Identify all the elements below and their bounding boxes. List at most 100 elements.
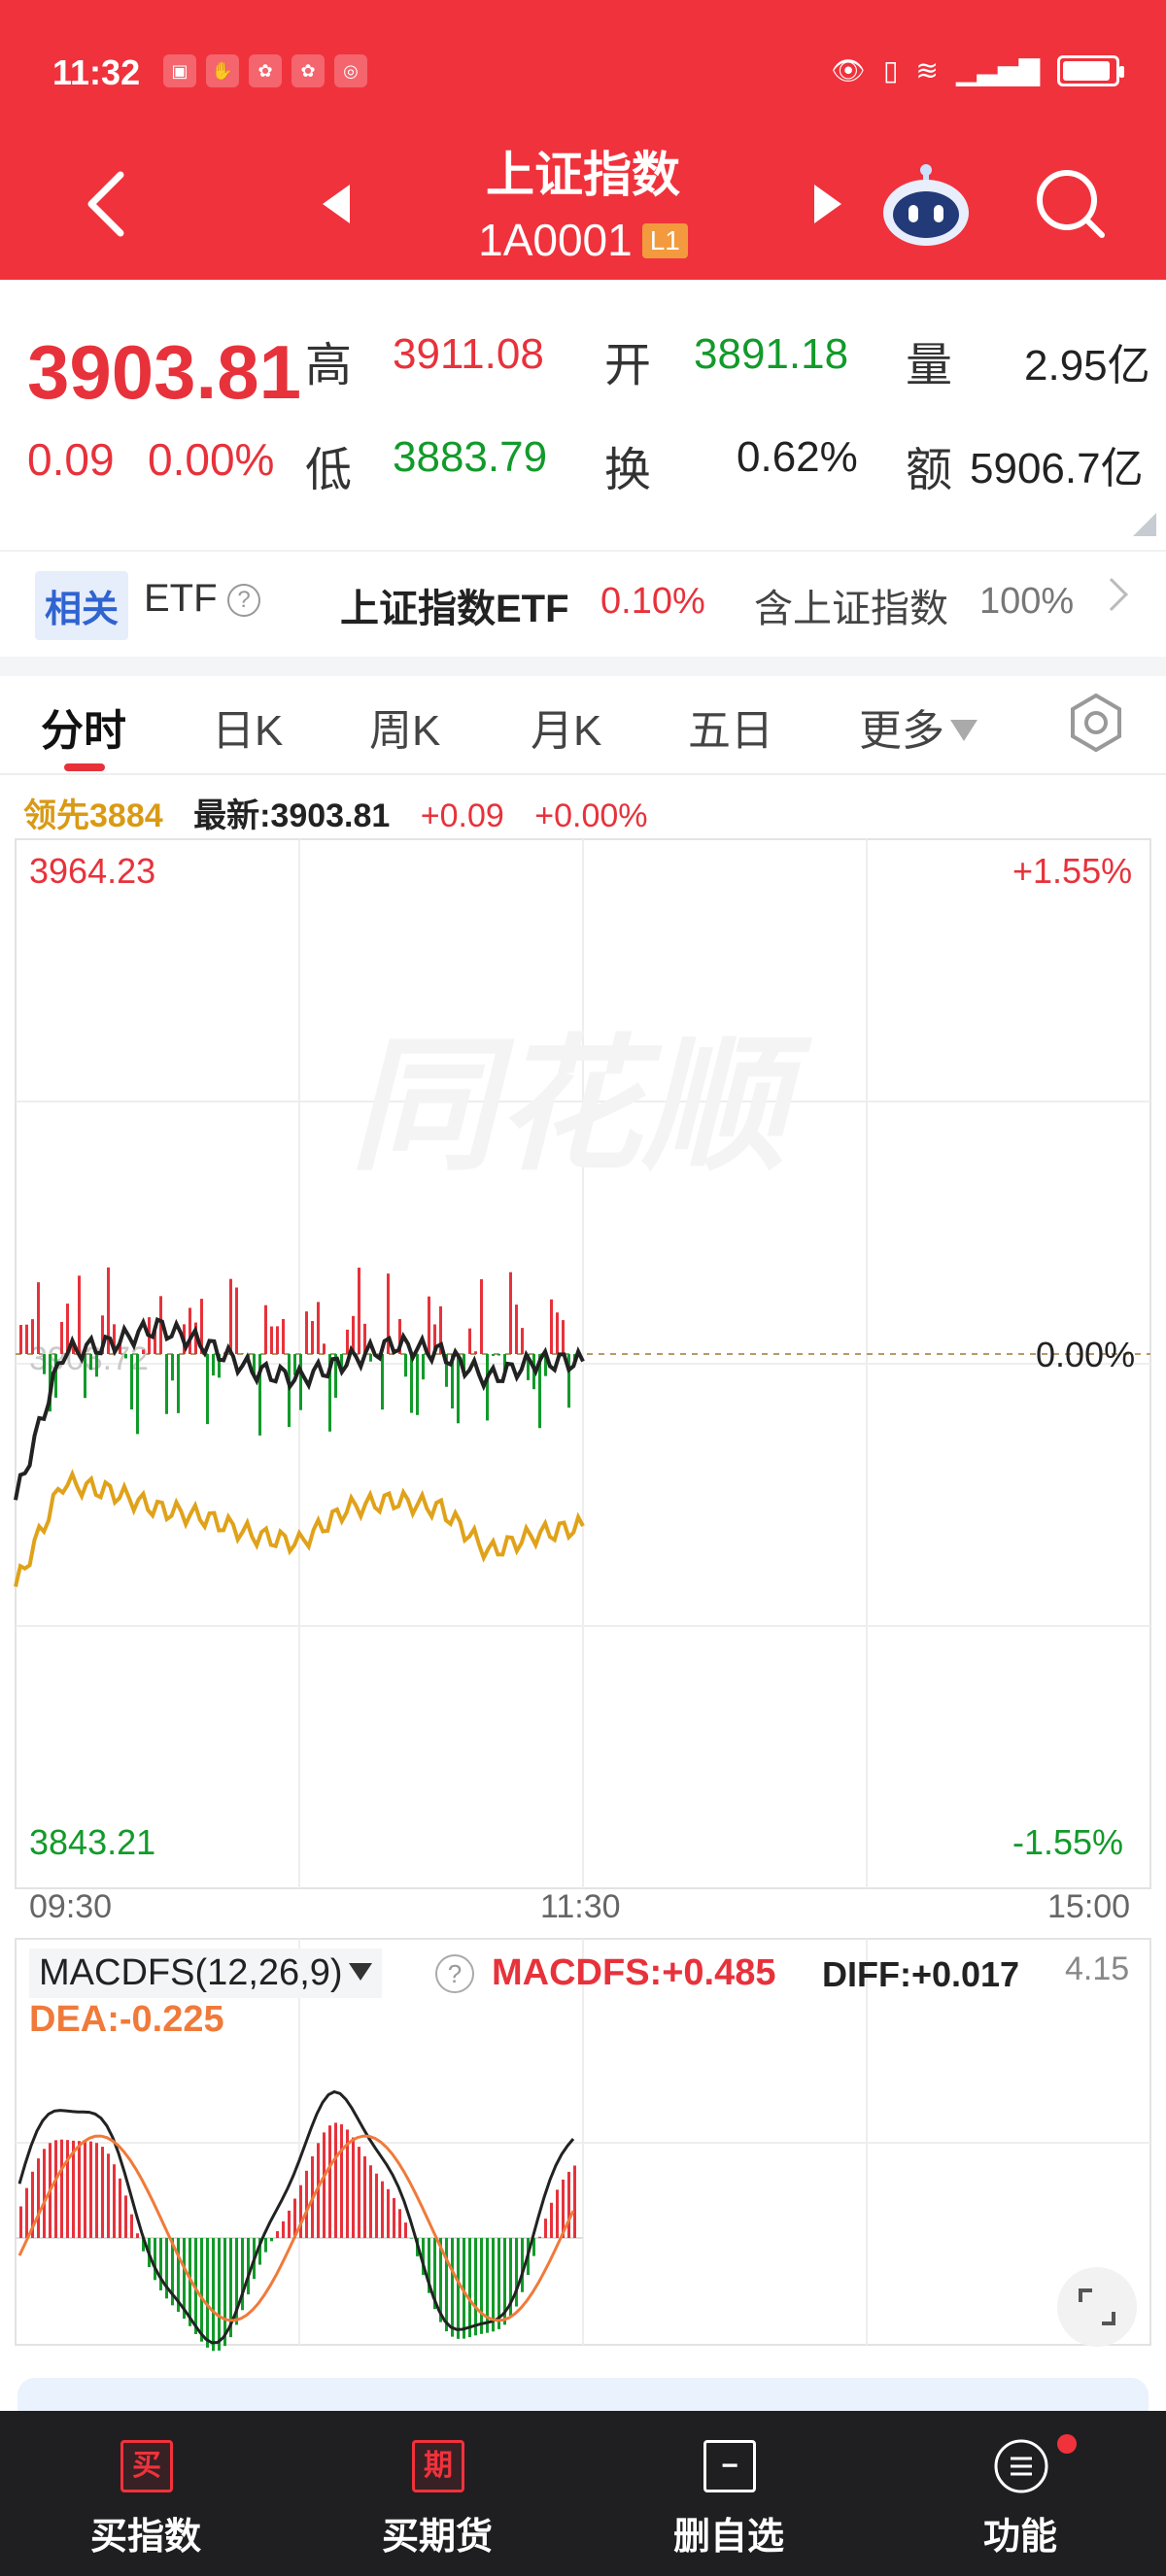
macd-bar	[264, 2238, 267, 2253]
tab-five-day[interactable]: 五日	[688, 695, 773, 758]
macd-bar	[282, 2220, 285, 2238]
macd-bar	[567, 2171, 570, 2238]
futures-icon: 期	[412, 2440, 464, 2492]
macd-bar	[212, 2238, 215, 2352]
volume-bar	[480, 1278, 483, 1354]
tab-intraday[interactable]: 分时	[41, 695, 126, 758]
macd-bar	[54, 2140, 57, 2238]
buy-futures-button[interactable]: 期 买期货	[292, 2411, 583, 2576]
volume-bar	[31, 1319, 34, 1354]
signal-icon: ▁▃▅▇	[955, 55, 1040, 85]
macd-bar	[206, 2238, 209, 2348]
macd-bar	[445, 2238, 448, 2332]
settings-hex-icon[interactable]	[1065, 692, 1127, 754]
etf-name[interactable]: 上证指数ETF	[340, 577, 569, 633]
macd-bar	[101, 2147, 104, 2238]
macd-indicator-select[interactable]: MACDFS(12,26,9)	[29, 1949, 382, 1998]
volume-bar	[515, 1305, 518, 1354]
macd-axis-top: 4.15	[1065, 1950, 1130, 1987]
battery-icon	[1057, 54, 1124, 86]
intraday-chart[interactable]: 同花顺 3903.72	[0, 826, 1166, 2360]
section-divider	[0, 657, 1166, 676]
macd-bar	[288, 2210, 291, 2238]
robot-assistant-icon[interactable]	[879, 160, 973, 248]
volume-bar	[404, 1354, 407, 1377]
volume-bar	[189, 1307, 191, 1354]
current-price: 3903.81	[27, 329, 301, 415]
low-label: 低	[305, 445, 353, 496]
volume-bar	[19, 1325, 22, 1354]
functions-label: 功能	[982, 2517, 1057, 2558]
search-icon[interactable]	[1032, 165, 1110, 243]
macd-bar	[276, 2231, 279, 2238]
volume-bar	[229, 1278, 232, 1354]
next-stock-icon[interactable]	[814, 185, 841, 223]
macd-bar	[19, 2206, 22, 2238]
notification-icons: ▣ ✋ ✿ ✿ ◎	[163, 54, 367, 87]
volume-bar	[509, 1271, 512, 1354]
macd-bar	[66, 2140, 69, 2238]
y-axis-min: 3843.21	[29, 1822, 156, 1862]
time-label-noon: 11:30	[540, 1888, 621, 1925]
macd-help-icon[interactable]: ?	[435, 1954, 474, 1993]
buy-index-button[interactable]: 买 买指数	[0, 2411, 292, 2576]
open-value: 3891.18	[694, 330, 849, 378]
volume-bar	[270, 1326, 273, 1354]
pct-axis-min: -1.55%	[1012, 1822, 1124, 1862]
volume-bar	[177, 1354, 180, 1413]
help-icon[interactable]: ?	[227, 584, 260, 617]
low-value: 3883.79	[393, 433, 548, 481]
macd-bar	[334, 2122, 337, 2238]
macd-bar	[398, 2209, 401, 2238]
macd-bar	[451, 2238, 454, 2337]
macd-bar	[358, 2147, 360, 2238]
tab-daily-k[interactable]: 日K	[212, 695, 283, 758]
volume-value: 2.95亿	[1024, 342, 1150, 390]
tab-more[interactable]: 更多	[859, 695, 977, 758]
volume-bar	[171, 1354, 174, 1381]
remove-watchlist-label: 删自选	[672, 2517, 784, 2558]
high-label: 高	[305, 340, 353, 391]
header: 11:32 ▣ ✋ ✿ ✿ ◎ 👁 ▯ ≋ ▁▃▅▇ 上证指数 1A0001 L1	[0, 0, 1166, 280]
minus-box-icon: −	[703, 2440, 756, 2492]
chart-grid	[15, 838, 1151, 1889]
volume-bar	[235, 1287, 238, 1354]
volume-bar	[346, 1329, 349, 1354]
volume-label: 量	[906, 340, 953, 391]
macd-bar	[43, 2149, 46, 2238]
fullscreen-icon[interactable]	[1057, 2267, 1137, 2347]
macd-bar	[381, 2181, 384, 2238]
volume-bar	[241, 1353, 244, 1354]
etf-weight: 100%	[979, 581, 1075, 622]
macd-bar	[130, 2214, 133, 2238]
macd-bar	[387, 2188, 390, 2238]
volume-bar	[276, 1326, 279, 1354]
macd-bar	[369, 2165, 372, 2238]
macd-bar	[352, 2137, 355, 2238]
macd-bar	[37, 2158, 40, 2238]
functions-button[interactable]: 功能	[874, 2411, 1166, 2576]
volume-bar	[89, 1354, 92, 1371]
remove-watchlist-button[interactable]: − 删自选	[583, 2411, 874, 2576]
macd-bar	[25, 2187, 28, 2238]
etf-label: ETF	[144, 577, 218, 620]
status-bar: 11:32 ▣ ✋ ✿ ✿ ◎ 👁 ▯ ≋ ▁▃▅▇	[0, 0, 1166, 146]
volume-bar	[60, 1321, 63, 1354]
buy-index-label: 买指数	[89, 2517, 201, 2558]
tab-weekly-k[interactable]: 周K	[369, 695, 440, 758]
etf-contains-label: 含上证指数	[754, 588, 948, 630]
macd-bar	[410, 2238, 413, 2239]
level-badge: L1	[641, 223, 688, 258]
turnover-label: 换	[604, 445, 652, 496]
macd-bar	[60, 2139, 63, 2238]
expand-quote-icon[interactable]	[1133, 513, 1156, 536]
dropdown-arrow-icon	[348, 1963, 372, 1981]
vibrate-icon: ▯	[882, 55, 899, 85]
volume-bar	[323, 1343, 326, 1354]
tab-monthly-k[interactable]: 月K	[531, 695, 601, 758]
macd-bar	[95, 2143, 98, 2238]
stock-code: 1A0001	[478, 215, 633, 265]
volume-bar	[206, 1354, 209, 1425]
volume-bar	[562, 1320, 565, 1354]
hand-notification-icon: ✋	[206, 54, 239, 87]
